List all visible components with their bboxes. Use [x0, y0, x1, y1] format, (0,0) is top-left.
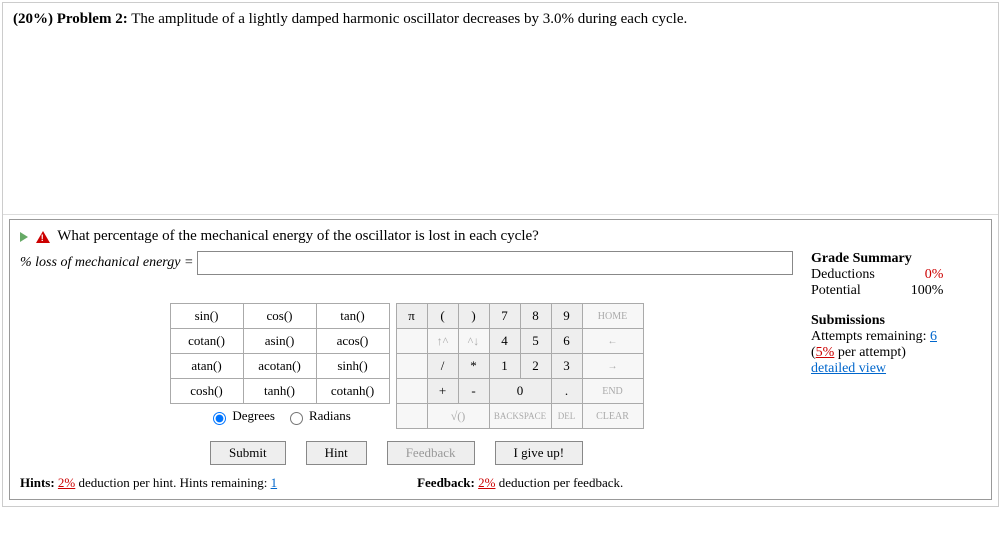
key-4[interactable]: 4	[489, 329, 520, 354]
radians-radio[interactable]	[290, 412, 303, 425]
function-keypad: sin() cos() tan() cotan() asin() acos() …	[170, 303, 390, 404]
key-2[interactable]: 2	[520, 354, 551, 379]
detailed-view-link[interactable]: detailed view	[811, 361, 981, 377]
key-home[interactable]: HOME	[582, 304, 643, 329]
key-asin[interactable]: asin()	[243, 329, 316, 354]
problem-weight: (20%) Problem 2:	[13, 11, 128, 27]
key-tanh[interactable]: tanh()	[243, 379, 316, 404]
potential-value: 100%	[881, 283, 950, 299]
penalty-row: (5% per attempt)	[811, 345, 981, 361]
key-blank1	[396, 329, 427, 354]
key-caret-up[interactable]: ↑^	[427, 329, 458, 354]
key-dot[interactable]: .	[551, 379, 582, 404]
key-7[interactable]: 7	[489, 304, 520, 329]
attempts-row: Attempts remaining: 6	[811, 329, 981, 345]
play-icon	[20, 232, 28, 242]
feedback-label: Feedback:	[417, 475, 475, 490]
part-question-row: What percentage of the mechanical energy…	[20, 228, 981, 251]
hints-note: Hints: 2% deduction per hint. Hints rema…	[20, 475, 277, 491]
key-5[interactable]: 5	[520, 329, 551, 354]
key-slash[interactable]: /	[427, 354, 458, 379]
grade-title: Grade Summary	[811, 251, 981, 267]
hints-deduction: 2%	[58, 475, 75, 490]
angle-mode-row: Degrees Radians	[170, 404, 390, 425]
degrees-option[interactable]: Degrees	[208, 408, 275, 423]
key-tan[interactable]: tan()	[316, 304, 389, 329]
key-rparen[interactable]: )	[458, 304, 489, 329]
hints-remaining[interactable]: 1	[271, 475, 278, 490]
problem-header: (20%) Problem 2: The amplitude of a ligh…	[3, 3, 998, 34]
key-acos[interactable]: acos()	[316, 329, 389, 354]
warning-icon	[36, 231, 50, 243]
feedback-note: Feedback: 2% deduction per feedback.	[417, 475, 623, 491]
degrees-radio[interactable]	[213, 412, 226, 425]
key-cosh[interactable]: cosh()	[170, 379, 243, 404]
key-pi[interactable]: π	[396, 304, 427, 329]
numeric-keypad: π ( ) 7 8 9 HOME ↑^ ^↓ 4	[396, 303, 644, 429]
key-1[interactable]: 1	[489, 354, 520, 379]
answer-input[interactable]	[197, 251, 793, 275]
key-sinh[interactable]: sinh()	[316, 354, 389, 379]
key-0[interactable]: 0	[489, 379, 551, 404]
key-8[interactable]: 8	[520, 304, 551, 329]
problem-spacer	[3, 34, 998, 215]
part-frame: What percentage of the mechanical energy…	[9, 219, 992, 500]
key-blank2	[396, 354, 427, 379]
keypad-area: sin() cos() tan() cotan() asin() acos() …	[20, 303, 793, 429]
key-plus[interactable]: +	[427, 379, 458, 404]
feedback-text: deduction per feedback.	[499, 475, 624, 490]
key-left[interactable]: ←	[582, 329, 643, 354]
key-backspace[interactable]: BACKSPACE	[489, 404, 551, 429]
action-row: Submit Hint Feedback I give up!	[20, 441, 793, 465]
submit-button[interactable]: Submit	[210, 441, 286, 465]
grade-panel: Grade Summary Deductions 0% Potential 10…	[811, 251, 981, 491]
key-cos[interactable]: cos()	[243, 304, 316, 329]
potential-label: Potential	[811, 283, 881, 299]
hint-button[interactable]: Hint	[306, 441, 367, 465]
hints-text: deduction per hint. Hints remaining:	[79, 475, 268, 490]
key-atan[interactable]: atan()	[170, 354, 243, 379]
attempts-value[interactable]: 6	[930, 329, 937, 344]
key-6[interactable]: 6	[551, 329, 582, 354]
key-3[interactable]: 3	[551, 354, 582, 379]
key-end[interactable]: END	[582, 379, 643, 404]
degrees-label: Degrees	[232, 408, 275, 423]
key-cotanh[interactable]: cotanh()	[316, 379, 389, 404]
key-star[interactable]: *	[458, 354, 489, 379]
radians-label: Radians	[309, 408, 351, 423]
key-blank4	[396, 404, 427, 429]
key-sin[interactable]: sin()	[170, 304, 243, 329]
part-question: What percentage of the mechanical energy…	[57, 228, 539, 244]
penalty-text: per attempt)	[838, 345, 906, 360]
key-caret-down[interactable]: ^↓	[458, 329, 489, 354]
submissions-title: Submissions	[811, 313, 981, 329]
feedback-button[interactable]: Feedback	[387, 441, 475, 465]
radians-option[interactable]: Radians	[285, 408, 351, 423]
hints-feedback-row: Hints: 2% deduction per hint. Hints rema…	[20, 475, 793, 491]
problem-container: (20%) Problem 2: The amplitude of a ligh…	[2, 2, 999, 507]
feedback-deduction: 2%	[478, 475, 495, 490]
key-acotan[interactable]: acotan()	[243, 354, 316, 379]
key-minus[interactable]: -	[458, 379, 489, 404]
key-9[interactable]: 9	[551, 304, 582, 329]
grade-table: Deductions 0% Potential 100%	[811, 267, 949, 299]
giveup-button[interactable]: I give up!	[495, 441, 584, 465]
answer-row: % loss of mechanical energy =	[20, 251, 793, 275]
key-cotan[interactable]: cotan()	[170, 329, 243, 354]
hints-label: Hints:	[20, 475, 55, 490]
key-clear[interactable]: CLEAR	[582, 404, 643, 429]
key-sqrt[interactable]: √()	[427, 404, 489, 429]
deductions-label: Deductions	[811, 267, 881, 283]
attempts-label: Attempts remaining:	[811, 329, 926, 344]
answer-label: % loss of mechanical energy =	[20, 255, 193, 271]
key-blank3	[396, 379, 427, 404]
key-del[interactable]: DEL	[551, 404, 582, 429]
penalty-pct: 5%	[816, 345, 835, 360]
key-lparen[interactable]: (	[427, 304, 458, 329]
key-right[interactable]: →	[582, 354, 643, 379]
deductions-value: 0%	[881, 267, 950, 283]
problem-text: The amplitude of a lightly damped harmon…	[131, 11, 687, 27]
